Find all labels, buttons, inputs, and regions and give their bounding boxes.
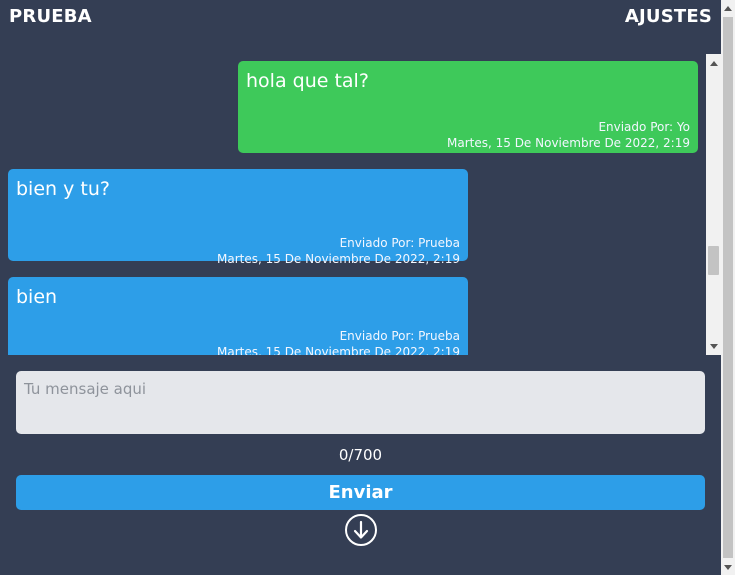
message-timestamp: Martes, 15 De Noviembre De 2022, 2:19 bbox=[447, 136, 690, 150]
send-button[interactable]: Enviar bbox=[16, 475, 705, 510]
page-scrollbar-thumb[interactable] bbox=[723, 17, 733, 558]
character-counter: 0/700 bbox=[338, 446, 383, 464]
message-sender: Enviado Por: Yo bbox=[598, 120, 690, 134]
arrow-down-circle-icon[interactable] bbox=[344, 513, 378, 547]
message-bubble-received: bien y tu? Enviado Por: Prueba Martes, 1… bbox=[8, 169, 468, 266]
message-bubble-own: hola que tal? Enviado Por: Yo Martes, 15… bbox=[238, 61, 698, 153]
message-sender: Enviado Por: Prueba bbox=[339, 329, 460, 343]
message-list[interactable]: hola que tal? Enviado Por: Yo Martes, 15… bbox=[0, 54, 721, 355]
message-text: hola que tal? bbox=[246, 70, 369, 92]
message-timestamp: Martes, 15 De Noviembre De 2022, 2:19 bbox=[217, 345, 460, 355]
message-bubble-received: bien Enviado Por: Prueba Martes, 15 De N… bbox=[8, 277, 468, 355]
page-scroll-down-icon[interactable] bbox=[721, 560, 735, 574]
chat-title: PRUEBA bbox=[9, 6, 92, 27]
message-meta: Enviado Por: Yo Martes, 15 De Noviembre … bbox=[447, 119, 690, 151]
message-list-scrollbar[interactable] bbox=[706, 54, 721, 355]
settings-link[interactable]: AJUSTES bbox=[625, 6, 712, 27]
chat-app: PRUEBA AJUSTES hola que tal? Enviado Por… bbox=[0, 0, 721, 575]
header: PRUEBA AJUSTES bbox=[0, 0, 721, 36]
message-timestamp: Martes, 15 De Noviembre De 2022, 2:19 bbox=[217, 252, 460, 266]
message-sender: Enviado Por: Prueba bbox=[339, 236, 460, 250]
message-text: bien y tu? bbox=[16, 178, 110, 200]
message-input[interactable] bbox=[16, 371, 705, 434]
message-meta: Enviado Por: Prueba Martes, 15 De Noviem… bbox=[217, 328, 460, 355]
message-text: bien bbox=[16, 286, 58, 308]
scrollbar-thumb[interactable] bbox=[708, 246, 719, 275]
message-meta: Enviado Por: Prueba Martes, 15 De Noviem… bbox=[217, 235, 460, 267]
scroll-down-arrow-icon[interactable] bbox=[706, 339, 721, 353]
page-scrollbar[interactable] bbox=[721, 0, 735, 575]
page-scroll-up-icon[interactable] bbox=[721, 1, 735, 15]
scroll-up-arrow-icon[interactable] bbox=[706, 56, 721, 70]
